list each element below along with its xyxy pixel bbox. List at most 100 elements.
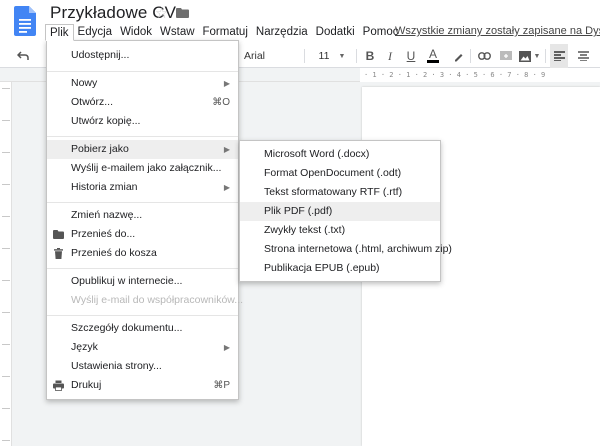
menu-bar: Plik Edycja Widok Wstaw Formatuj Narzędz… <box>45 23 402 41</box>
menu-item-label: Wyślij e-mail do współpracowników... <box>71 294 244 306</box>
vertical-ruler <box>0 82 12 446</box>
toolbar-divider <box>304 49 305 63</box>
menu-item-email-collaborators: Wyślij e-mail do współpracowników... <box>47 291 243 310</box>
menu-item-rename[interactable]: Zmień nazwę... <box>47 206 238 225</box>
menu-item-download-rtf[interactable]: Tekst sformatowany RTF (.rtf) <box>240 183 440 202</box>
print-icon <box>53 380 64 391</box>
text-color-button[interactable]: A <box>425 44 441 68</box>
menu-item-download-txt[interactable]: Zwykły tekst (.txt) <box>240 221 440 240</box>
ruler-tick <box>2 408 10 409</box>
folder-icon <box>53 230 64 239</box>
menu-item-download-as[interactable]: Pobierz jako ▶ <box>47 140 238 159</box>
menu-item-label: Zmień nazwę... <box>71 209 143 221</box>
menu-item-publish-web[interactable]: Opublikuj w internecie... <box>47 272 238 291</box>
ruler-tick <box>2 440 10 441</box>
menu-item-label: Przenieś do... <box>71 228 136 240</box>
menu-item-label: Opublikuj w internecie... <box>71 275 183 287</box>
menu-view[interactable]: Widok <box>116 24 156 41</box>
menu-item-download-odt[interactable]: Format OpenDocument (.odt) <box>240 164 440 183</box>
text-color-bar <box>427 60 439 63</box>
menu-item-version-history[interactable]: Historia zmian ▶ <box>47 178 238 197</box>
menu-divider <box>47 136 238 137</box>
menu-item-label: Pobierz jako <box>71 143 129 155</box>
ruler-tick <box>2 216 10 217</box>
menu-item-label: Wyślij e-mailem jako załącznik... <box>71 162 222 174</box>
underline-button[interactable]: U <box>403 44 419 68</box>
ruler-tick <box>2 152 10 153</box>
menu-item-document-details[interactable]: Szczegóły dokumentu... <box>47 319 238 338</box>
submenu-arrow-icon: ▶ <box>223 343 230 352</box>
submenu-arrow-icon: ▶ <box>223 145 230 154</box>
undo-icon[interactable] <box>14 44 32 68</box>
toolbar-divider <box>356 49 357 63</box>
star-icon[interactable]: ☆ <box>155 4 168 22</box>
menu-item-new[interactable]: Nowy ▶ <box>47 74 238 93</box>
ruler-tick <box>2 344 10 345</box>
chevron-down-icon[interactable]: ▼ <box>337 44 347 68</box>
menu-item-move-to[interactable]: Przenieś do... <box>47 225 238 244</box>
menu-item-label: Przenieś do kosza <box>71 247 157 259</box>
chevron-down-icon[interactable]: ▼ <box>533 44 541 68</box>
ruler-tick <box>2 248 10 249</box>
font-size-select[interactable]: 11 <box>314 44 334 68</box>
menu-file[interactable]: Plik <box>45 23 74 41</box>
ruler-tick <box>2 312 10 313</box>
shortcut-label: ⌘P <box>213 380 230 391</box>
menu-item-label: Otwórz... <box>71 96 114 108</box>
menu-item-download-epub[interactable]: Publikacja EPUB (.epub) <box>240 259 440 278</box>
ruler-tick <box>2 376 10 377</box>
align-center-icon[interactable] <box>574 44 592 68</box>
menu-item-label: Nowy <box>71 77 98 89</box>
menu-item-label: Szczegóły dokumentu... <box>71 322 183 334</box>
ruler-tick <box>2 184 10 185</box>
menu-item-open[interactable]: Otwórz... ⌘O <box>47 93 238 112</box>
text-color-label: A <box>428 47 437 61</box>
menu-format[interactable]: Formatuj <box>199 24 252 41</box>
menu-insert[interactable]: Wstaw <box>156 24 199 41</box>
insert-image-icon[interactable] <box>517 44 533 68</box>
link-icon[interactable] <box>476 44 492 68</box>
menu-tools[interactable]: Narzędzia <box>252 24 312 41</box>
google-docs-logo-icon[interactable] <box>14 6 36 36</box>
font-family-select[interactable]: Arial <box>244 44 276 68</box>
file-menu-dropdown: Udostępnij... Nowy ▶ Otwórz... ⌘O Utwórz k… <box>46 40 243 400</box>
italic-button[interactable]: I <box>382 44 398 68</box>
ruler-tick <box>2 280 10 281</box>
menu-item-download-html[interactable]: Strona internetowa (.html, archiwum zip) <box>240 240 452 259</box>
menu-edit[interactable]: Edycja <box>74 24 117 41</box>
menu-item-page-setup[interactable]: Ustawienia strony... <box>47 357 238 376</box>
menu-divider <box>47 268 238 269</box>
menu-item-label: Drukuj <box>71 379 102 391</box>
menu-item-label: Udostępnij... <box>71 49 130 61</box>
menu-item-email-attachment[interactable]: Wyślij e-mailem jako załącznik... <box>47 159 238 178</box>
insert-comment-icon[interactable] <box>498 44 514 68</box>
menu-divider <box>47 202 238 203</box>
menu-divider <box>47 315 238 316</box>
menu-item-make-copy[interactable]: Utwórz kopię... <box>47 112 238 131</box>
menu-item-print[interactable]: Drukuj ⌘P <box>47 376 238 395</box>
menu-item-label: Ustawienia strony... <box>71 360 162 372</box>
download-as-submenu: Microsoft Word (.docx) Format OpenDocume… <box>239 140 452 282</box>
folder-icon[interactable] <box>176 8 189 18</box>
menu-item-label: Język <box>71 341 98 353</box>
menu-addons[interactable]: Dodatki <box>312 24 359 41</box>
bold-button[interactable]: B <box>362 44 378 68</box>
trash-icon <box>54 248 63 259</box>
menu-item-share[interactable]: Udostępnij... <box>47 46 238 65</box>
submenu-arrow-icon: ▶ <box>223 183 230 192</box>
menu-item-download-docx[interactable]: Microsoft Word (.docx) <box>240 145 440 164</box>
shortcut-label: ⌘O <box>212 97 230 108</box>
save-status-link[interactable]: Wszystkie zmiany zostały zapisane na Dys… <box>395 25 600 37</box>
app-header: Przykładowe CV ☆ Plik Edycja Widok Wstaw… <box>0 0 600 44</box>
menu-item-download-pdf[interactable]: Plik PDF (.pdf) <box>240 202 440 221</box>
menu-item-label: Historia zmian <box>71 181 138 193</box>
ruler-tick <box>2 88 10 89</box>
highlight-pen-icon[interactable] <box>450 44 466 68</box>
menu-item-language[interactable]: Język ▶ <box>47 338 238 357</box>
toolbar-divider <box>545 49 546 63</box>
menu-item-move-to-trash[interactable]: Przenieś do kosza <box>47 244 238 263</box>
align-left-icon[interactable] <box>550 44 568 68</box>
toolbar-divider <box>470 49 471 63</box>
ruler-ticks: · 1 · 2 · 1 · 2 · 3 · 4 · 5 · 6 · 7 · 8 … <box>360 68 600 82</box>
menu-item-label: Utwórz kopię... <box>71 115 141 127</box>
